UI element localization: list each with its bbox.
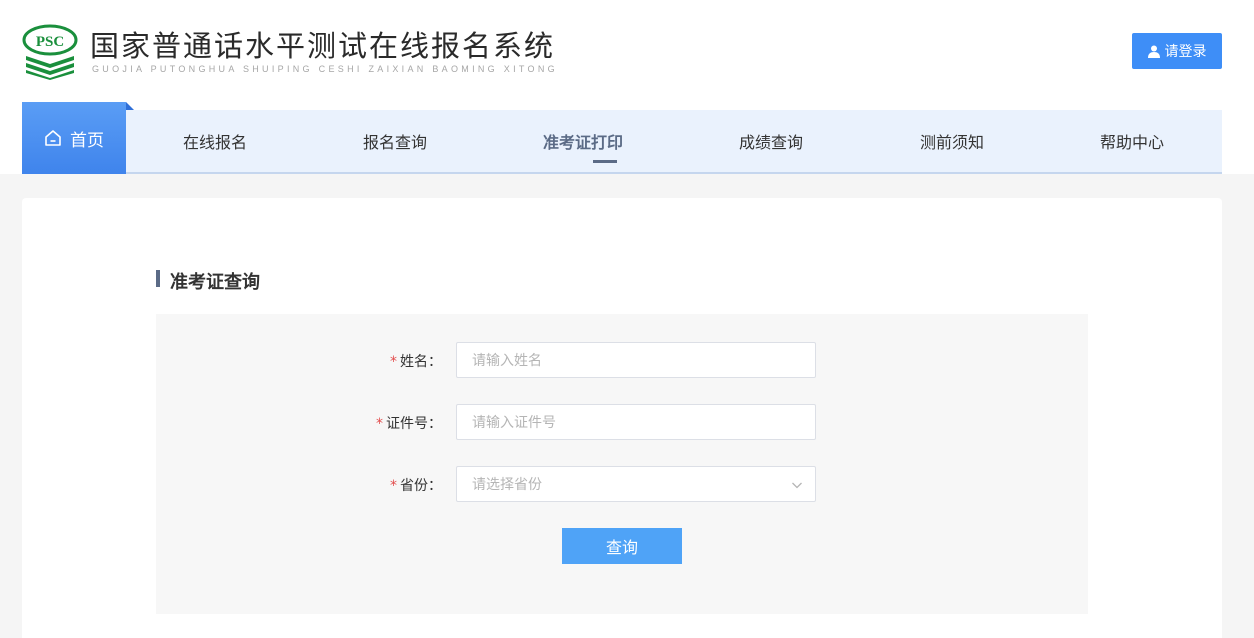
user-icon bbox=[1147, 45, 1160, 58]
name-label: * 姓名： bbox=[390, 354, 442, 370]
province-label: * 省份： bbox=[390, 478, 442, 494]
nav-home[interactable]: 首页 bbox=[22, 102, 126, 174]
nav-item-pre-test-notice[interactable]: 测前须知 bbox=[920, 110, 984, 172]
name-input[interactable] bbox=[456, 342, 816, 378]
home-icon bbox=[45, 130, 61, 146]
required-mark: * bbox=[376, 416, 383, 432]
required-mark: * bbox=[390, 354, 397, 370]
nav-home-notch bbox=[126, 102, 134, 110]
id-number-label: * 证件号： bbox=[376, 416, 442, 432]
nav-home-label: 首页 bbox=[70, 130, 104, 151]
province-select[interactable]: 请选择省份 bbox=[456, 466, 816, 502]
province-placeholder: 请选择省份 bbox=[472, 476, 542, 492]
id-number-input[interactable] bbox=[456, 404, 816, 440]
nav-item-registration-query[interactable]: 报名查询 bbox=[363, 110, 427, 172]
nav-item-score-query[interactable]: 成绩查询 bbox=[739, 110, 803, 172]
psc-logo-icon: PSC bbox=[22, 24, 78, 80]
section-title-text: 准考证查询 bbox=[170, 272, 260, 293]
svg-text:PSC: PSC bbox=[36, 34, 64, 50]
site-title: 国家普通话水平测试在线报名系统 bbox=[90, 29, 556, 63]
required-mark: * bbox=[390, 478, 397, 494]
nav-item-help-center[interactable]: 帮助中心 bbox=[1100, 110, 1164, 172]
main-nav: 首页 在线报名 报名查询 准考证打印 成绩查询 测前须知 帮助中心 bbox=[22, 102, 1222, 174]
login-button[interactable]: 请登录 bbox=[1132, 33, 1222, 69]
login-label: 请登录 bbox=[1164, 43, 1207, 59]
active-nav-indicator bbox=[593, 160, 617, 163]
chevron-down-icon bbox=[792, 482, 802, 489]
site-subtitle: GUOJIA PUTONGHUA SHUIPING CESHI ZAIXIAN … bbox=[92, 64, 558, 74]
nav-item-online-registration[interactable]: 在线报名 bbox=[183, 110, 247, 172]
query-button[interactable]: 查询 bbox=[562, 528, 682, 564]
section-title: 准考证查询 bbox=[156, 270, 260, 293]
